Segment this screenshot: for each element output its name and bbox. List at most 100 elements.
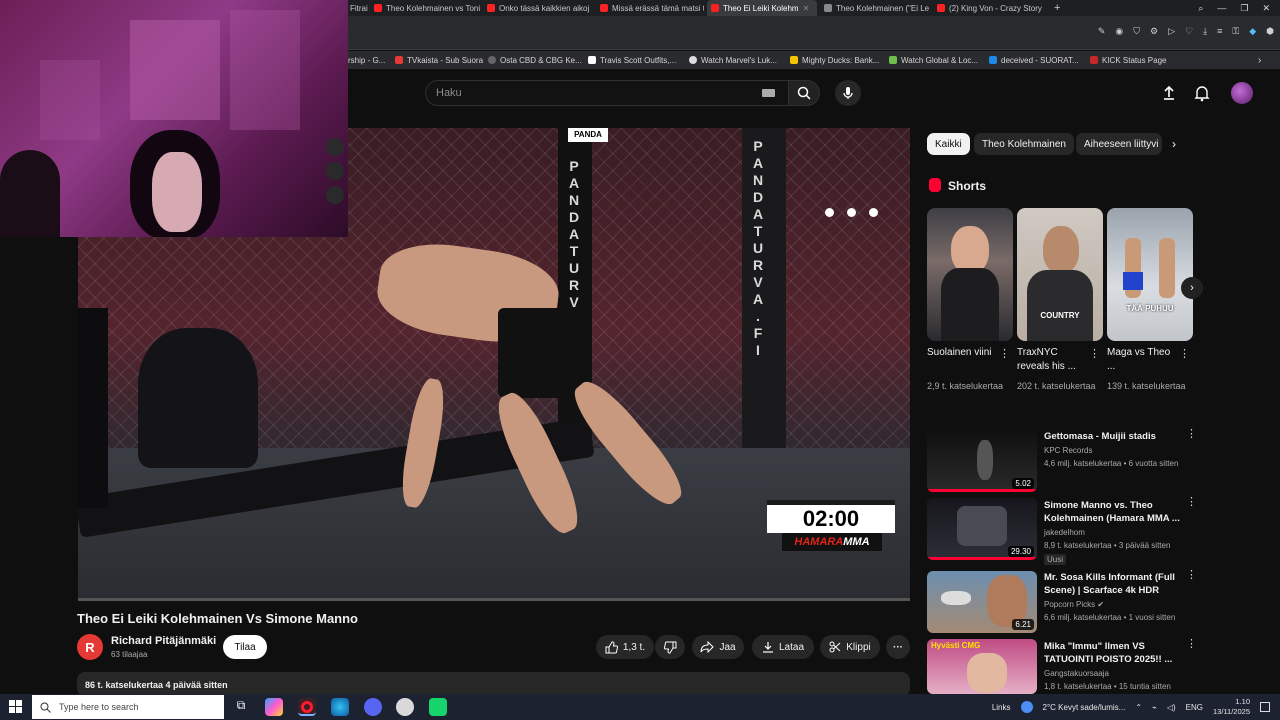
browser-tab-1[interactable]: Theo Kolehmainen vs Toni <box>370 0 480 16</box>
heart-icon[interactable]: ♡ <box>1185 26 1193 37</box>
video-thumbnail[interactable]: 29.30 <box>927 498 1037 560</box>
short-title[interactable]: Suolainen viini <box>927 346 1001 360</box>
edit-icon[interactable]: ✎ <box>1098 26 1106 37</box>
bookmark-item[interactable]: Osta CBD & CBG Ke... <box>488 51 582 69</box>
bookmark-item[interactable]: rship - G... <box>348 51 385 69</box>
search-button[interactable] <box>788 80 820 106</box>
copilot-icon[interactable] <box>265 698 283 716</box>
webcam-tool-icon[interactable] <box>326 138 344 156</box>
video-progress-bar[interactable] <box>78 598 910 601</box>
browser-tab-6[interactable]: (2) King Von - Crazy Story <box>933 0 1045 16</box>
puzzle-icon[interactable]: ⬢ <box>1266 26 1274 37</box>
browser-tab-partial[interactable]: Fitrai <box>346 0 368 16</box>
opera-icon[interactable] <box>298 698 316 716</box>
language-indicator[interactable]: ENG <box>1186 703 1203 712</box>
channel-name[interactable]: Richard Pitäjänmäki <box>111 635 216 647</box>
restore-icon[interactable]: ❐ <box>1240 3 1248 14</box>
windows-start-icon[interactable] <box>9 700 22 713</box>
more-vert-icon[interactable]: ⋮ <box>1089 349 1100 360</box>
chip-related[interactable]: Aiheeseen liittyvi <box>1076 133 1162 155</box>
menu-icon[interactable]: ≡ <box>1217 26 1222 37</box>
bookmarks-overflow-icon[interactable]: › <box>1258 51 1261 69</box>
shield-icon[interactable]: ⛉ <box>1133 26 1140 37</box>
channel-link[interactable]: Gangstakuorsaaja <box>1044 669 1109 678</box>
camera-icon[interactable]: ◉ <box>1115 26 1123 37</box>
edge-icon[interactable] <box>331 698 349 716</box>
minimize-icon[interactable]: — <box>1217 3 1226 13</box>
notifications-bell-icon[interactable] <box>1193 84 1211 102</box>
more-vert-icon[interactable]: ⋮ <box>1186 497 1197 508</box>
settings-icon[interactable]: ⚙ <box>1150 26 1158 37</box>
notification-center-icon[interactable] <box>1260 702 1270 712</box>
new-tab-button[interactable]: + <box>1050 0 1064 16</box>
video-thumbnail[interactable]: 6.21 <box>927 571 1037 633</box>
channel-link[interactable]: Popcorn Picks ✔ <box>1044 600 1104 609</box>
taskbar-search[interactable]: Type here to search <box>32 695 224 719</box>
video-title-link[interactable]: Mika "Immu" Ilmen VS TATUOINTI POISTO 20… <box>1044 640 1180 666</box>
shorts-next-button[interactable]: › <box>1181 277 1203 299</box>
video-thumbnail[interactable]: Hyvästi CMG <box>927 639 1037 694</box>
task-view-icon[interactable]: ⧉ <box>232 698 250 716</box>
clock[interactable]: 1.10 13/11/2025 <box>1213 697 1250 717</box>
more-vert-icon[interactable]: ⋮ <box>1186 639 1197 650</box>
extension-icon[interactable]: ◆ <box>1249 26 1256 37</box>
bookmark-item[interactable]: Watch Marvel's Luk... <box>689 51 777 69</box>
channel-avatar[interactable]: R <box>77 634 103 660</box>
volume-icon[interactable]: ◁) <box>1167 703 1176 712</box>
keyboard-icon[interactable] <box>762 89 775 97</box>
bookmark-item[interactable]: TVkaista - Sub Suora <box>395 51 483 69</box>
download-icon[interactable]: ⤓ <box>1203 26 1207 37</box>
voice-search-button[interactable] <box>835 80 861 106</box>
browser-tab-5[interactable]: Theo Kolehmainen ("Ei Le <box>820 0 930 16</box>
chip-theo-kolehmainen[interactable]: Theo Kolehmainen <box>974 133 1074 155</box>
play-icon[interactable]: ▷ <box>1168 26 1175 37</box>
like-button[interactable]: 1,3 t. <box>596 635 654 659</box>
channel-link[interactable]: jakedelhom <box>1044 528 1085 537</box>
bookmark-item[interactable]: deceived - SUORAT... <box>989 51 1079 69</box>
short-title[interactable]: TraxNYC reveals his ... <box>1017 346 1091 374</box>
links-toolbar[interactable]: Links <box>992 703 1011 712</box>
bookmark-item[interactable]: Travis Scott Outfits,... <box>588 51 676 69</box>
browser-tab-3[interactable]: Missä erässä tämä matsi t <box>596 0 704 16</box>
chevron-right-icon[interactable]: › <box>1172 137 1176 151</box>
network-icon[interactable]: ⌁ <box>1152 703 1157 712</box>
bookmark-item[interactable]: KICK Status Page <box>1090 51 1166 69</box>
video-title-link[interactable]: Simone Manno vs. Theo Kolehmainen (Hamar… <box>1044 499 1180 525</box>
short-title[interactable]: Maga vs Theo ... <box>1107 346 1181 374</box>
bookmark-item[interactable]: Mighty Ducks: Bank... <box>790 51 879 69</box>
clip-button[interactable]: Klippi <box>820 635 880 659</box>
dislike-button[interactable] <box>655 635 685 659</box>
close-window-icon[interactable]: ✕ <box>1262 3 1270 14</box>
browser-tab-2[interactable]: Onko tässä kaikkien aikoj <box>483 0 593 16</box>
more-vert-icon[interactable]: ⋮ <box>1186 429 1197 440</box>
more-actions-button[interactable]: ··· <box>886 635 910 659</box>
short-thumbnail[interactable] <box>927 208 1013 341</box>
weather-text[interactable]: 2°C Kevyt sade/lumis... <box>1043 703 1126 712</box>
chevron-up-icon[interactable]: ⌃ <box>1135 703 1142 712</box>
more-vert-icon[interactable]: ⋮ <box>999 349 1010 360</box>
share-button[interactable]: Jaa <box>692 635 744 659</box>
more-vert-icon[interactable]: ⋮ <box>1179 349 1190 360</box>
lock-icon[interactable]: ⚿ <box>1232 26 1239 37</box>
tab-search-icon[interactable]: ⌕ <box>1198 3 1203 14</box>
chip-all[interactable]: Kaikki <box>927 133 970 155</box>
short-thumbnail[interactable]: COUNTRY <box>1017 208 1103 341</box>
short-thumbnail[interactable]: TÄÄ PUHUU <box>1107 208 1193 341</box>
more-vert-icon[interactable]: ⋮ <box>1186 570 1197 581</box>
webcam-tool-icon[interactable] <box>326 162 344 180</box>
upload-icon[interactable] <box>1160 84 1178 102</box>
video-thumbnail[interactable]: 5.02 <box>927 430 1037 492</box>
app-icon[interactable] <box>396 698 414 716</box>
search-input[interactable]: Haku <box>436 87 462 99</box>
video-title-link[interactable]: Gettomasa - Muijii stadis <box>1044 430 1180 443</box>
app-icon[interactable] <box>429 698 447 716</box>
download-button[interactable]: Lataa <box>752 635 814 659</box>
browser-tab-active[interactable]: Theo Ei Leiki Kolehm ✕ <box>707 0 817 16</box>
channel-link[interactable]: KPC Records <box>1044 446 1092 455</box>
close-tab-icon[interactable]: ✕ <box>803 4 810 13</box>
video-title-link[interactable]: Mr. Sosa Kills Informant (Full Scene) | … <box>1044 571 1180 597</box>
account-avatar[interactable] <box>1231 82 1253 104</box>
discord-icon[interactable] <box>364 698 382 716</box>
bookmark-item[interactable]: Watch Global & Loc... <box>889 51 978 69</box>
webcam-tool-icon[interactable] <box>326 186 344 204</box>
